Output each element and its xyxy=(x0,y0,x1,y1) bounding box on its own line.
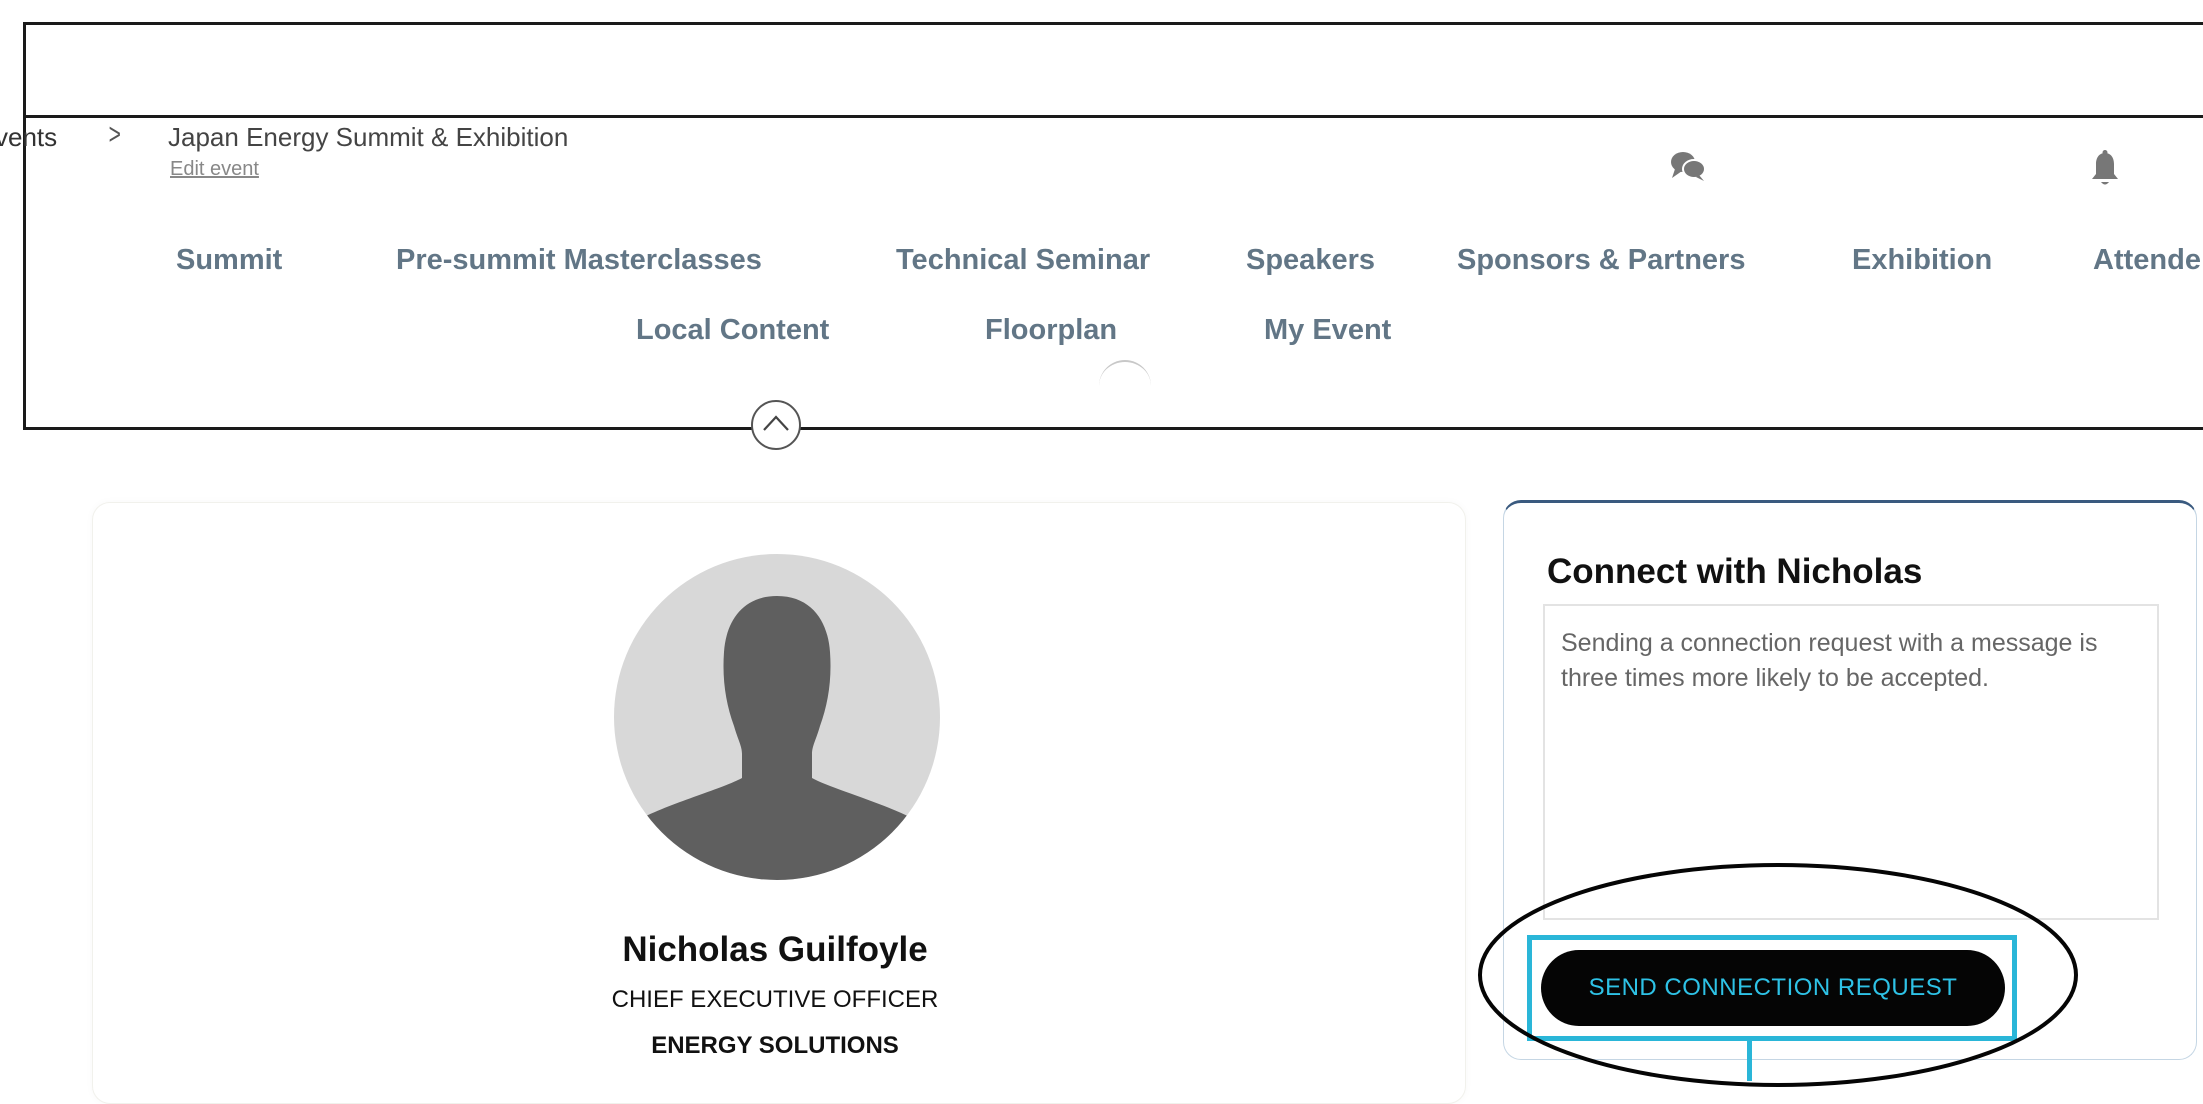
nav-pre-summit-masterclasses[interactable]: Pre-summit Masterclasses xyxy=(396,244,762,277)
edit-event-link[interactable]: Edit event xyxy=(170,158,259,181)
person-company: ENERGY SOLUTIONS xyxy=(651,1032,899,1059)
nav-my-event[interactable]: My Event xyxy=(1264,314,1391,347)
avatar xyxy=(614,554,940,880)
connection-message-field[interactable] xyxy=(1543,604,2159,920)
person-job-title: CHIEF EXECUTIVE OFFICER xyxy=(611,986,939,1013)
nav-attendees[interactable]: Attende xyxy=(2093,244,2201,277)
nav-summit[interactable]: Summit xyxy=(176,244,282,277)
nav-floorplan[interactable]: Floorplan xyxy=(985,314,1117,347)
person-silhouette-icon xyxy=(642,596,912,880)
breadcrumb-chevron-icon: > xyxy=(108,118,121,151)
event-title: Japan Energy Summit & Exhibition xyxy=(168,122,569,152)
nav-exhibition[interactable]: Exhibition xyxy=(1852,244,1992,277)
person-name: Nicholas Guilfoyle xyxy=(622,930,928,969)
collapse-nav-button[interactable] xyxy=(751,400,801,450)
send-connection-request-button[interactable]: SEND CONNECTION REQUEST xyxy=(1541,950,2005,1026)
header-divider xyxy=(26,115,2203,118)
nav-sponsors-partners[interactable]: Sponsors & Partners xyxy=(1457,244,1745,277)
connect-heading: Connect with Nicholas xyxy=(1547,552,1923,591)
nav-speakers[interactable]: Speakers xyxy=(1246,244,1375,277)
bell-icon[interactable] xyxy=(2089,150,2121,193)
nav-local-content[interactable]: Local Content xyxy=(636,314,829,347)
breadcrumb-events-link[interactable]: vents xyxy=(0,122,57,153)
chat-bubbles-icon[interactable] xyxy=(1668,148,1708,189)
nav-technical-seminar[interactable]: Technical Seminar xyxy=(896,244,1150,277)
